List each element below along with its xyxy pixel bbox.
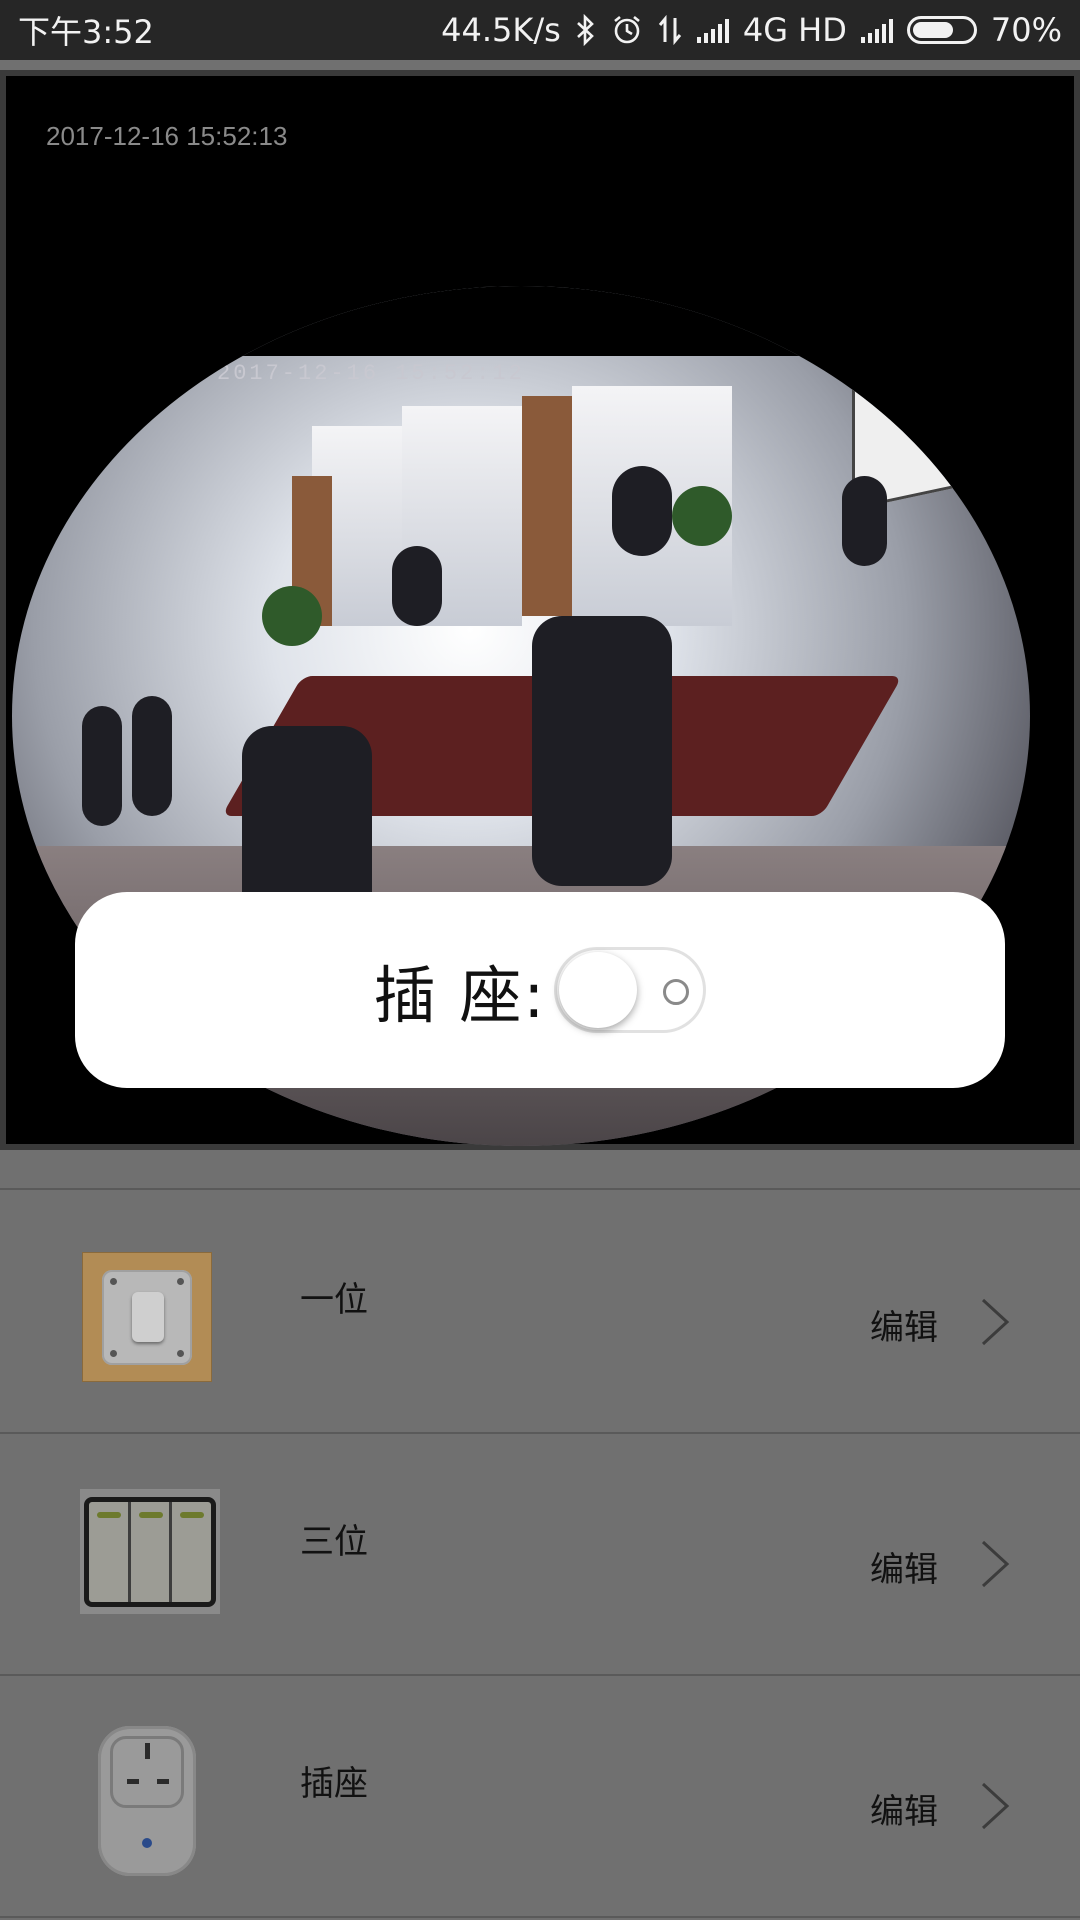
device-row[interactable]: 插座 编辑	[0, 1676, 1080, 1918]
status-time: 下午3:52	[18, 13, 154, 51]
edit-button[interactable]: 编辑	[870, 1542, 938, 1591]
battery-percent: 70%	[990, 11, 1062, 49]
status-bar: 下午3:52 44.5K/s 4G HD 70%	[0, 0, 1080, 60]
camera-inner-timestamp: 2017-12-16 15:52:12	[217, 361, 525, 386]
toggle-off-indicator-icon	[663, 979, 690, 1005]
chevron-right-icon[interactable]	[975, 1534, 1015, 1594]
signal-icon	[696, 17, 729, 43]
chevron-right-icon[interactable]	[975, 1776, 1015, 1836]
edit-button[interactable]: 编辑	[870, 1300, 938, 1349]
battery-icon	[906, 16, 977, 44]
network-type: 4G HD	[742, 11, 847, 49]
video-timestamp: 2017-12-16 15:52:13	[46, 121, 288, 151]
device-name: 插座	[300, 1764, 368, 1804]
toggle-knob	[559, 952, 638, 1028]
alarm-icon	[611, 14, 643, 46]
device-name: 一位	[300, 1280, 368, 1320]
triple-switch-icon	[80, 1489, 220, 1614]
edit-button[interactable]: 编辑	[870, 1784, 938, 1833]
socket-label: 插 座:	[373, 959, 547, 1032]
socket-toggle[interactable]	[554, 947, 707, 1033]
device-row[interactable]: 三位 编辑	[0, 1434, 1080, 1676]
chevron-right-icon[interactable]	[975, 1292, 1015, 1352]
data-transfer-icon	[657, 14, 683, 46]
socket-control-card: 插 座:	[75, 892, 1005, 1088]
net-speed: 44.5K/s	[441, 11, 561, 49]
device-row[interactable]: 一位 编辑	[0, 1192, 1080, 1434]
single-switch-icon	[82, 1252, 212, 1382]
device-name: 三位	[300, 1522, 368, 1562]
status-indicators: 44.5K/s 4G HD 70%	[441, 11, 1062, 49]
signal-icon	[860, 17, 893, 43]
bluetooth-icon	[575, 14, 597, 46]
socket-icon	[82, 1721, 212, 1881]
